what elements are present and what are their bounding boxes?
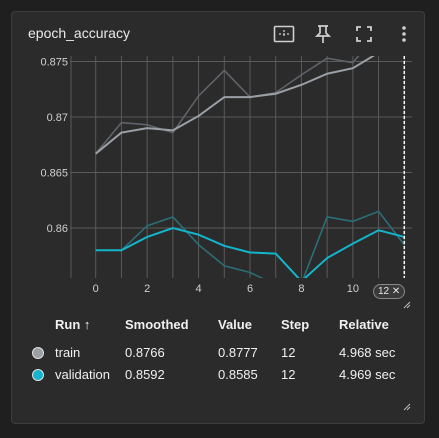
y-tick-label: 0.87: [47, 112, 68, 124]
card-resize-handle[interactable]: [403, 403, 411, 411]
line-chart[interactable]: 0.86 0.865 0.87 0.875 0 2 4 6 8 10: [12, 12, 424, 312]
header-relative[interactable]: Relative: [339, 317, 389, 332]
x-tick-label: 0: [93, 283, 99, 295]
y-tick-label: 0.875: [40, 57, 68, 69]
row-validation-step: 12: [281, 367, 296, 382]
series-color-dot-train: [32, 347, 44, 359]
row-validation-relative: 4.969 sec: [339, 367, 396, 382]
chart-resize-handle[interactable]: [403, 301, 411, 309]
row-train-value: 0.8777: [218, 345, 258, 360]
row-train-smoothed: 0.8766: [125, 345, 165, 360]
header-smoothed[interactable]: Smoothed: [125, 317, 189, 332]
header-value[interactable]: Value: [218, 317, 252, 332]
step-badge[interactable]: 12 ✕: [373, 284, 406, 299]
row-validation-run: validation: [55, 367, 110, 382]
row-train-run: train: [55, 345, 81, 360]
x-tick-label: 8: [298, 283, 304, 295]
y-tick-label: 0.865: [40, 168, 68, 180]
x-tick-label: 4: [196, 283, 202, 295]
row-train-step: 12: [281, 345, 296, 360]
series-color-dot-validation: [32, 369, 44, 381]
header-step[interactable]: Step: [281, 317, 309, 332]
x-tick-label: 10: [347, 283, 359, 295]
y-tick-label: 0.86: [47, 223, 68, 235]
header-run[interactable]: Run ↑: [55, 317, 90, 332]
row-validation-value: 0.8585: [218, 367, 258, 382]
row-validation-smoothed: 0.8592: [125, 367, 165, 382]
x-tick-label: 2: [144, 283, 150, 295]
scalar-card: epoch_accuracy 0.86 0.865 0.87 0.875 0 2 4 6 8 10…: [11, 11, 425, 424]
x-tick-label: 6: [247, 283, 253, 295]
row-train-relative: 4.968 sec: [339, 345, 396, 360]
